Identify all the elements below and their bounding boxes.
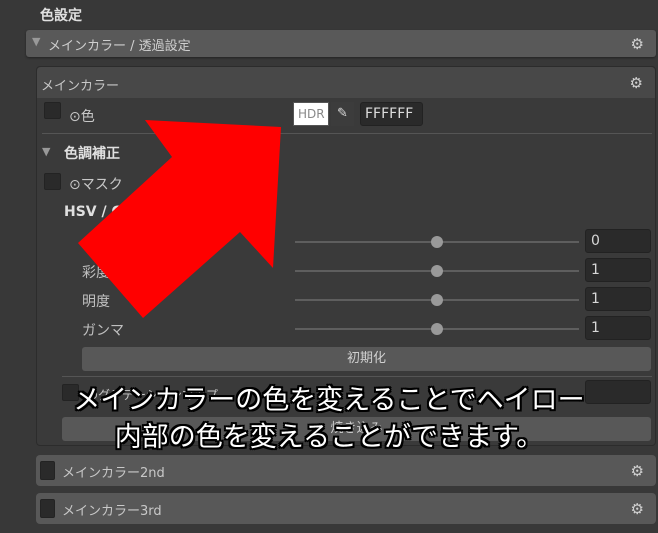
- caption-line-1: メインカラーの色を変えることでヘイロー: [73, 385, 585, 416]
- red-arrow-icon: [78, 120, 281, 318]
- caption-line-2: 内部の色を変えることができます。: [114, 422, 544, 453]
